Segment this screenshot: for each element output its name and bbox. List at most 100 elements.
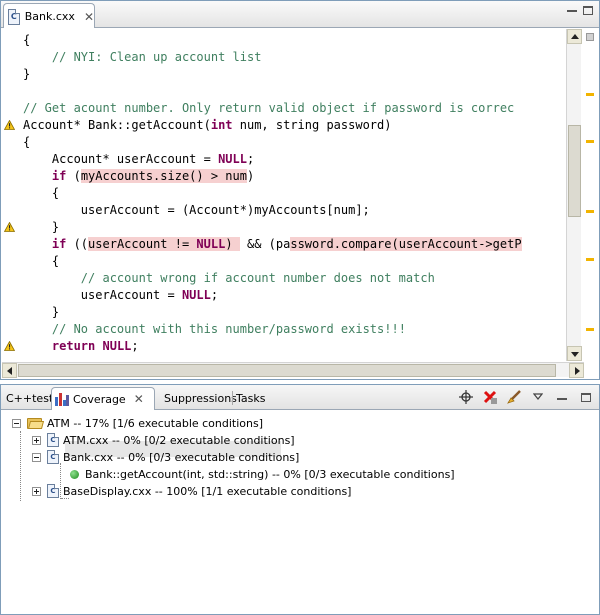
editor-tab-bar: C Bank.cxx ✕	[1, 1, 599, 29]
editor-tab-bank-cxx[interactable]: C Bank.cxx ✕	[3, 3, 95, 29]
warning-icon[interactable]	[3, 221, 16, 232]
overview-warning-mark[interactable]	[586, 257, 594, 261]
tab-coverage[interactable]: Coverage ✕	[51, 387, 155, 410]
tree-node-basedisplay-cxx-label: BaseDisplay.cxx -- 100% [1/1 executable …	[63, 484, 352, 498]
tree-node-atm-cxx-label: ATM.cxx -- 0% [0/2 executable conditions…	[63, 433, 295, 447]
expand-icon[interactable]	[32, 486, 41, 496]
tree-connector	[20, 431, 21, 501]
code-line: userAccount = (Account*)myAccounts[num];	[23, 202, 522, 219]
code-token: ssword.compare(userAccount->getP	[290, 237, 522, 251]
code-token: // Get acount number. Only return valid …	[23, 101, 515, 115]
code-token: ;	[210, 288, 219, 302]
maximize-icon[interactable]	[583, 6, 593, 16]
code-token: ((	[66, 237, 89, 251]
code-text: { // NYI: Clean up account list} // Get a…	[23, 32, 522, 355]
code-line: }	[23, 66, 522, 83]
annotation-gutter	[1, 28, 19, 361]
code-token: {	[23, 186, 60, 200]
tree-node-atm-cxx[interactable]: C ATM.cxx -- 0% [0/2 executable conditio…	[32, 432, 295, 448]
overview-ruler[interactable]	[582, 29, 598, 403]
code-token: {	[23, 135, 31, 149]
code-token: return	[51, 339, 96, 353]
vertical-scrollbar[interactable]	[566, 29, 582, 361]
code-editor[interactable]: { // NYI: Clean up account list} // Get a…	[1, 28, 567, 361]
code-token: userAccount = (Account*)myAccounts[num];	[23, 203, 370, 217]
collapse-icon[interactable]	[12, 418, 21, 428]
minimize-icon[interactable]	[567, 6, 577, 16]
horizontal-scroll-thumb[interactable]	[18, 364, 556, 377]
editor-window-buttons	[567, 6, 593, 16]
code-token: num, string password)	[232, 118, 392, 132]
vertical-scroll-thumb[interactable]	[568, 125, 581, 217]
minimize-icon[interactable]	[553, 388, 571, 406]
code-line: Account* userAccount = NULL;	[23, 151, 522, 168]
code-token: ;	[131, 339, 139, 353]
tab-suppressions[interactable]: Suppressions	[161, 387, 240, 410]
code-token: )	[246, 169, 255, 183]
code-token: NULL	[196, 237, 226, 251]
close-icon[interactable]: ✕	[84, 11, 94, 23]
view-toolbar	[457, 388, 595, 406]
code-token: NULL	[181, 288, 211, 302]
code-line: // account wrong if account number does …	[23, 270, 522, 287]
scroll-right-icon[interactable]	[569, 363, 584, 378]
code-line: Account* Bank::getAccount(int num, strin…	[23, 117, 522, 134]
cpp-file-icon: C	[47, 433, 59, 447]
brush-icon[interactable]	[505, 388, 523, 406]
tab-cpptest-label: C++test	[6, 392, 54, 405]
overview-warning-mark[interactable]	[586, 328, 594, 332]
overview-warning-mark[interactable]	[586, 210, 594, 214]
code-line: if (myAccounts.size() > num)	[23, 168, 522, 185]
cpp-file-icon: C	[8, 8, 20, 25]
tree-node-basedisplay-cxx[interactable]: C BaseDisplay.cxx -- 100% [1/1 executabl…	[32, 483, 351, 499]
code-line: }	[23, 219, 522, 236]
code-token: {	[23, 33, 31, 47]
code-token: )	[225, 237, 240, 251]
warning-icon[interactable]	[3, 340, 16, 351]
tree-node-root[interactable]: ATM -- 17% [1/6 executable conditions]	[12, 415, 263, 431]
horizontal-scrollbar[interactable]	[2, 362, 584, 378]
code-token: if	[51, 169, 67, 183]
tab-tasks-label: Tasks	[236, 392, 266, 405]
code-token: NULL	[102, 339, 132, 353]
scroll-up-icon[interactable]	[567, 29, 582, 44]
code-token: userAccount !=	[88, 237, 197, 251]
covered-function-icon	[70, 469, 79, 479]
overview-warning-mark[interactable]	[586, 92, 594, 96]
maximize-icon[interactable]	[577, 388, 595, 406]
code-token: }	[23, 67, 31, 81]
tab-tasks[interactable]: Tasks	[233, 387, 268, 410]
tab-cpptest[interactable]: C++test	[3, 387, 56, 410]
code-token: Account* userAccount =	[23, 152, 219, 166]
collapse-icon[interactable]	[32, 452, 41, 462]
tree-node-getaccount[interactable]: Bank::getAccount(int, std::string) -- 0%…	[70, 466, 455, 482]
view-menu-icon[interactable]	[529, 388, 547, 406]
scroll-left-icon[interactable]	[2, 363, 17, 378]
overview-status-icon	[586, 33, 594, 41]
warning-icon[interactable]	[3, 119, 16, 130]
tree-node-root-label: ATM -- 17% [1/6 executable conditions]	[47, 416, 264, 430]
code-token: if	[51, 237, 67, 251]
close-icon[interactable]: ✕	[134, 393, 144, 405]
code-line: {	[23, 32, 522, 49]
code-line: if ((userAccount != NULL) && (password.c…	[23, 236, 522, 253]
tree-node-bank-cxx[interactable]: C Bank.cxx -- 0% [0/3 executable conditi…	[32, 449, 299, 465]
code-line: userAccount = NULL;	[23, 287, 522, 304]
overview-warning-mark[interactable]	[586, 139, 594, 143]
code-line: // Get acount number. Only return valid …	[23, 100, 522, 117]
expand-icon[interactable]	[32, 435, 41, 445]
code-line: return NULL;	[23, 338, 522, 355]
code-token: int	[210, 118, 233, 132]
cpp-file-icon: C	[47, 450, 59, 464]
delete-red-icon[interactable]	[481, 388, 499, 406]
scroll-down-icon[interactable]	[567, 346, 582, 361]
target-icon[interactable]	[457, 388, 475, 406]
code-token: // No account with this number/password …	[51, 322, 406, 336]
code-token: }	[23, 305, 60, 319]
folder-open-icon	[27, 417, 45, 429]
